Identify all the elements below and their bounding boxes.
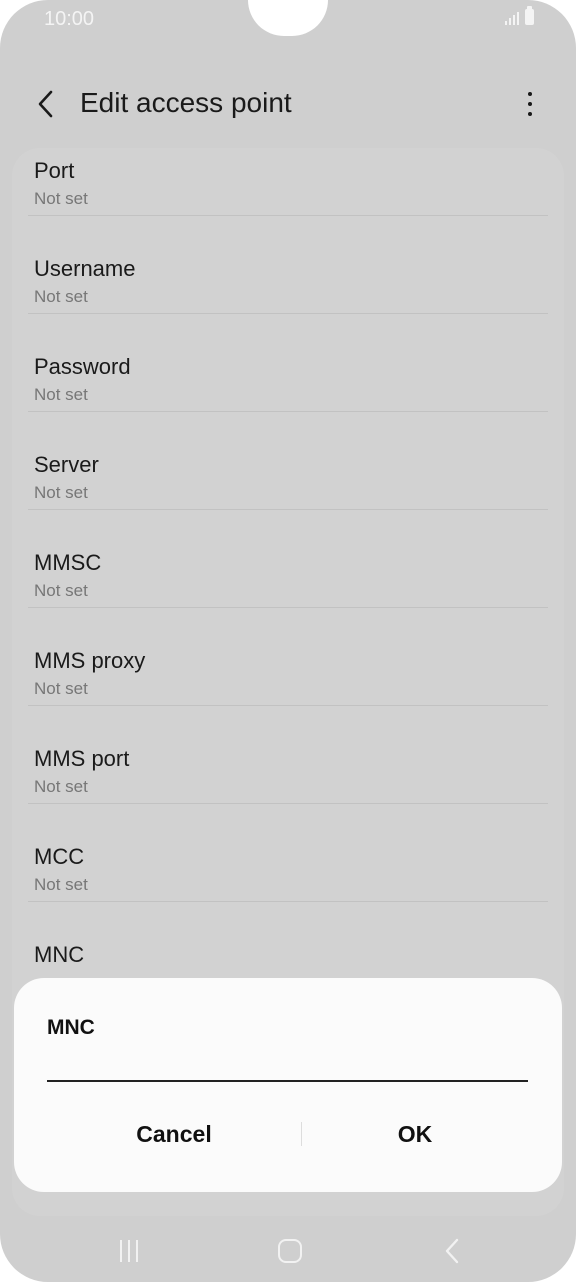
cancel-button[interactable]: Cancel bbox=[39, 1108, 309, 1160]
setting-label: Server bbox=[34, 452, 99, 477]
navigation-bar bbox=[0, 1218, 576, 1282]
setting-value: Not set bbox=[34, 581, 88, 600]
ok-button[interactable]: OK bbox=[280, 1108, 550, 1160]
phone-screen: 10:00 Edit access point Port Not set Usern… bbox=[0, 0, 576, 1282]
setting-row[interactable]: MMSC Not set bbox=[12, 510, 564, 608]
setting-label: MCC bbox=[34, 844, 85, 869]
setting-label: MMS proxy bbox=[34, 648, 146, 673]
setting-value: Not set bbox=[34, 483, 88, 502]
setting-label: Username bbox=[34, 256, 136, 281]
setting-label: Password bbox=[34, 354, 131, 379]
chevron-left-icon bbox=[38, 90, 53, 118]
page-title: Edit access point bbox=[80, 87, 292, 118]
nav-back-button[interactable] bbox=[432, 1232, 472, 1270]
setting-row[interactable]: Username Not set bbox=[12, 216, 564, 314]
more-vertical-icon bbox=[528, 92, 532, 96]
battery-icon bbox=[525, 6, 534, 25]
setting-label: MMS port bbox=[34, 746, 130, 771]
setting-label: MNC bbox=[34, 942, 85, 967]
setting-value: Not set bbox=[34, 777, 88, 796]
back-button[interactable] bbox=[26, 82, 66, 126]
mnc-input[interactable] bbox=[47, 1040, 528, 1082]
status-icons bbox=[505, 6, 534, 25]
setting-value: Not set bbox=[34, 385, 88, 404]
home-icon bbox=[278, 1239, 302, 1263]
setting-label: Port bbox=[34, 158, 75, 183]
signal-icon bbox=[505, 9, 519, 25]
setting-value: Not set bbox=[34, 875, 88, 894]
recent-apps-icon bbox=[120, 1240, 122, 1262]
nav-back-icon bbox=[445, 1238, 459, 1264]
settings-list: Port Not set Username Not set Password Not se… bbox=[12, 148, 564, 1000]
setting-value: Not set bbox=[34, 287, 88, 306]
dialog-buttons: Cancel OK bbox=[14, 1108, 562, 1160]
setting-row[interactable]: MMS port Not set bbox=[12, 706, 564, 804]
app-header: Edit access point bbox=[0, 72, 576, 136]
recent-apps-button[interactable] bbox=[104, 1236, 154, 1266]
mnc-dialog: MNC Cancel OK bbox=[14, 978, 562, 1192]
setting-row[interactable]: Password Not set bbox=[12, 314, 564, 412]
home-button[interactable] bbox=[268, 1232, 312, 1270]
more-options-button[interactable] bbox=[512, 82, 548, 126]
setting-row[interactable]: Server Not set bbox=[12, 412, 564, 510]
setting-value: Not set bbox=[34, 679, 88, 698]
setting-row[interactable]: MCC Not set bbox=[12, 804, 564, 902]
setting-row[interactable]: Port Not set bbox=[12, 148, 564, 216]
status-time: 10:00 bbox=[44, 8, 95, 30]
dialog-title: MNC bbox=[47, 1016, 95, 1039]
setting-row[interactable]: MMS proxy Not set bbox=[12, 608, 564, 706]
camera-notch bbox=[248, 0, 328, 36]
setting-value: Not set bbox=[34, 189, 88, 208]
setting-label: MMSC bbox=[34, 550, 102, 575]
